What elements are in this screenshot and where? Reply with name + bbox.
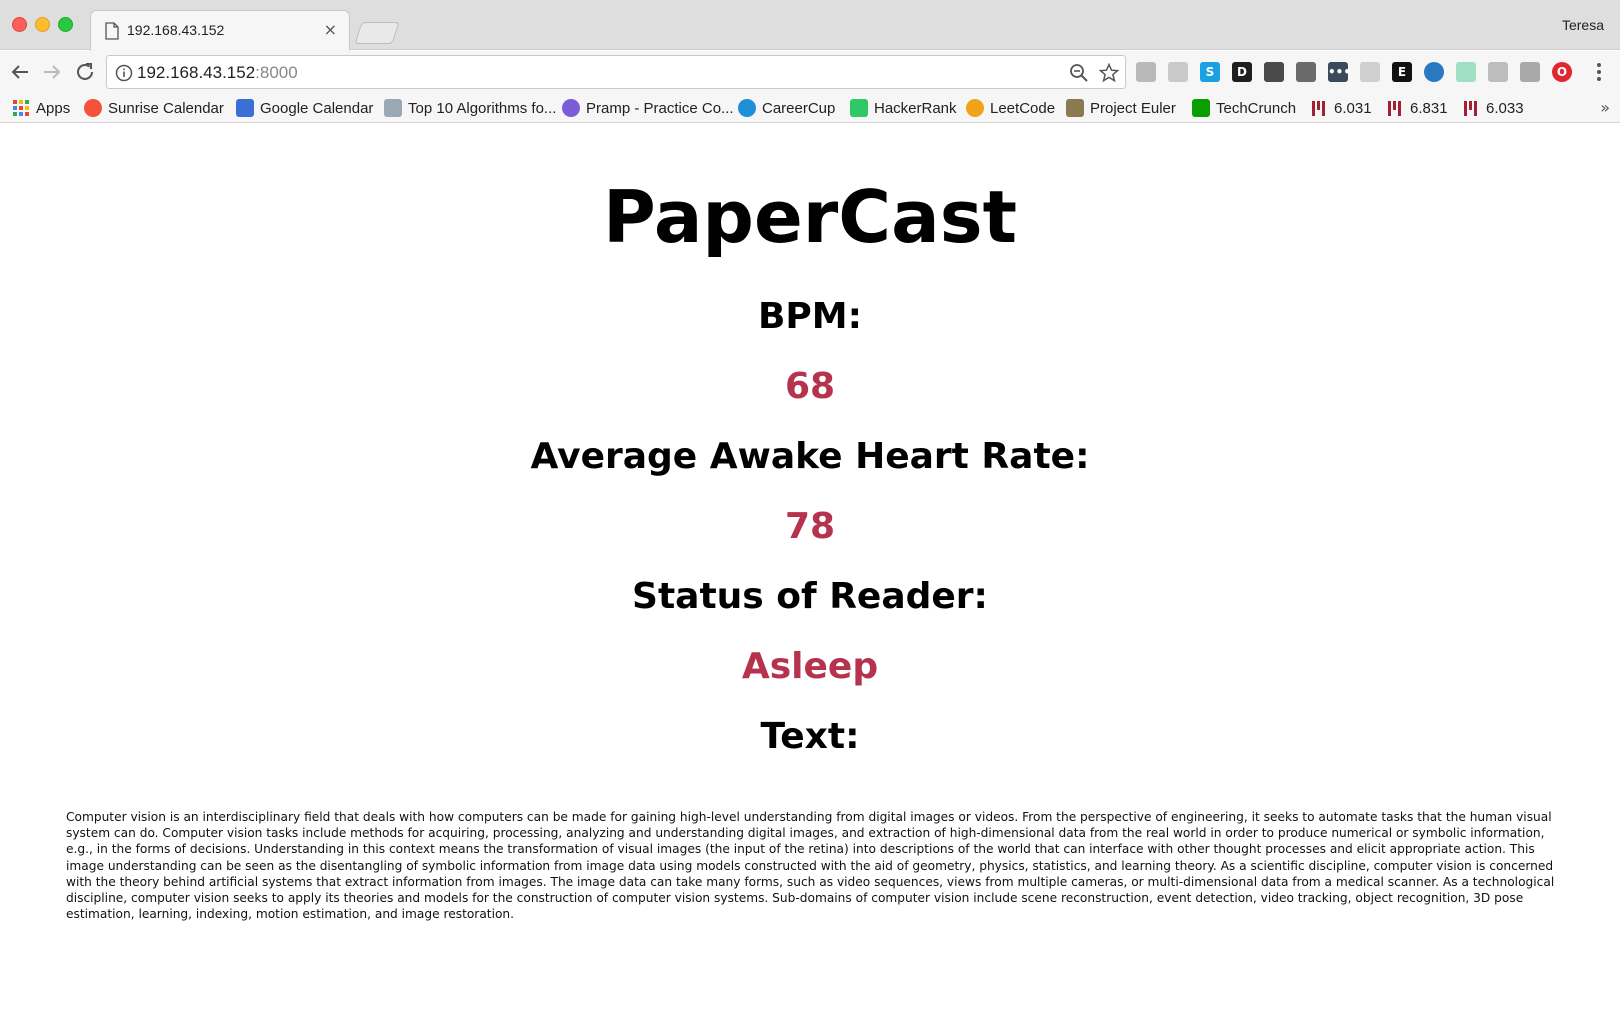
mit-icon bbox=[1386, 99, 1404, 117]
browser-tab-active[interactable]: 192.168.43.152 × bbox=[90, 10, 350, 51]
new-tab-button[interactable] bbox=[354, 22, 400, 44]
project-euler-icon bbox=[1066, 99, 1084, 117]
opera-extension-icon[interactable]: O bbox=[1552, 62, 1572, 82]
evernote-extension-icon[interactable]: E bbox=[1392, 62, 1412, 82]
bookmark-6-031[interactable]: 6.031 bbox=[1310, 98, 1372, 118]
hackerrank-icon bbox=[850, 99, 868, 117]
inbox-extension-icon[interactable] bbox=[1488, 62, 1508, 82]
dots-extension-icon[interactable]: ••• bbox=[1328, 62, 1351, 82]
clipboard-extension-icon[interactable] bbox=[1520, 62, 1540, 82]
dashlane-extension-icon[interactable]: D bbox=[1232, 62, 1252, 82]
zoom-window-button[interactable] bbox=[58, 17, 73, 32]
bookmark-label: Google Calendar bbox=[260, 99, 374, 117]
reader-status-value: Asleep bbox=[741, 646, 879, 687]
average-heart-rate-value: 78 bbox=[784, 506, 836, 547]
bookmark-techcrunch[interactable]: TechCrunch bbox=[1192, 98, 1296, 118]
bookmark-careercup[interactable]: CareerCup bbox=[738, 98, 835, 118]
page-icon bbox=[105, 22, 119, 40]
url-text[interactable]: 192.168.43.152:8000 bbox=[137, 63, 298, 83]
gray-extension-icon[interactable] bbox=[1360, 62, 1380, 82]
bookmark-label: Project Euler bbox=[1090, 99, 1176, 117]
mit-icon bbox=[1462, 99, 1480, 117]
average-heart-rate-label: Average Awake Heart Rate: bbox=[530, 436, 1090, 477]
bookmark-label: Apps bbox=[36, 99, 71, 117]
info-icon[interactable] bbox=[115, 64, 133, 82]
bookmark-6-831[interactable]: 6.831 bbox=[1386, 98, 1448, 118]
profile-name[interactable]: Teresa bbox=[1562, 17, 1604, 33]
tab-close-icon[interactable]: × bbox=[324, 20, 337, 39]
bookmark-hackerrank[interactable]: HackerRank bbox=[850, 98, 957, 118]
bookmark-label: 6.831 bbox=[1410, 99, 1448, 117]
ghost-extension-icon[interactable] bbox=[1136, 62, 1156, 82]
page-title: PaperCast bbox=[603, 175, 1017, 259]
tab-title: 192.168.43.152 bbox=[127, 22, 225, 38]
bpm-value: 68 bbox=[784, 366, 836, 407]
rss-extension-icon[interactable] bbox=[1168, 62, 1188, 82]
careercup-icon bbox=[738, 99, 756, 117]
bookmark-sunrise-calendar[interactable]: Sunrise Calendar bbox=[84, 98, 224, 118]
apps-grid-icon bbox=[12, 99, 30, 117]
bookmark-label: Top 10 Algorithms fo... bbox=[408, 99, 557, 117]
audio-extension-icon[interactable] bbox=[1456, 62, 1476, 82]
bookmark-label: HackerRank bbox=[874, 99, 957, 117]
back-arrow-icon[interactable] bbox=[8, 60, 32, 84]
pocket-extension-icon[interactable] bbox=[1264, 62, 1284, 82]
browser-toolbar: 192.168.43.152:8000 S D ••• E O bbox=[0, 51, 1620, 93]
reader-status-label: Status of Reader: bbox=[632, 576, 988, 617]
forward-arrow-icon[interactable] bbox=[40, 60, 64, 84]
leetcode-icon bbox=[966, 99, 984, 117]
cast-extension-icon[interactable] bbox=[1296, 62, 1316, 82]
zoom-icon[interactable] bbox=[1069, 63, 1089, 83]
google-calendar-icon bbox=[236, 99, 254, 117]
sunrise-calendar-icon bbox=[84, 99, 102, 117]
address-bar[interactable]: 192.168.43.152:8000 bbox=[106, 55, 1126, 89]
techcrunch-icon bbox=[1192, 99, 1210, 117]
page-content: PaperCast BPM: 68 Average Awake Heart Ra… bbox=[0, 124, 1620, 1034]
bookmark-leetcode[interactable]: LeetCode bbox=[966, 98, 1055, 118]
bookmark-apps[interactable]: Apps bbox=[12, 98, 70, 118]
mountain-icon bbox=[384, 99, 402, 117]
skype-extension-icon[interactable]: S bbox=[1200, 62, 1220, 82]
bookmark-label: 6.033 bbox=[1486, 99, 1524, 117]
bookmark-top-10-algorithms-fo[interactable]: Top 10 Algorithms fo... bbox=[384, 98, 556, 118]
bookmark-project-euler[interactable]: Project Euler bbox=[1066, 98, 1176, 118]
bookmark-pramp-practice-co[interactable]: Pramp - Practice Co... bbox=[562, 98, 734, 118]
minimize-window-button[interactable] bbox=[35, 17, 50, 32]
menu-dots-icon[interactable] bbox=[1594, 61, 1604, 83]
bookmark-label: 6.031 bbox=[1334, 99, 1372, 117]
window-titlebar: 192.168.43.152 × Teresa bbox=[0, 0, 1620, 51]
bookmark-label: CareerCup bbox=[762, 99, 836, 117]
close-window-button[interactable] bbox=[12, 17, 27, 32]
reading-text-body: Computer vision is an interdisciplinary … bbox=[66, 810, 1555, 922]
bookmark-google-calendar[interactable]: Google Calendar bbox=[236, 98, 373, 118]
bookmark-label: Pramp - Practice Co... bbox=[586, 99, 734, 117]
bookmark-label: Sunrise Calendar bbox=[108, 99, 224, 117]
bookmark-label: LeetCode bbox=[990, 99, 1056, 117]
star-bookmark-icon[interactable] bbox=[1099, 63, 1119, 83]
bpm-label: BPM: bbox=[757, 296, 863, 337]
bookmark-label: TechCrunch bbox=[1216, 99, 1297, 117]
mit-icon bbox=[1310, 99, 1328, 117]
bookmarks-overflow-icon[interactable]: » bbox=[1600, 98, 1610, 117]
bookmark-6-033[interactable]: 6.033 bbox=[1462, 98, 1524, 118]
text-label: Text: bbox=[760, 716, 860, 757]
pramp-check-icon bbox=[562, 99, 580, 117]
bookmarks-bar: Apps Sunrise Calendar Google Calendar Top 1… bbox=[0, 93, 1620, 123]
eye-extension-icon[interactable] bbox=[1424, 62, 1444, 82]
reload-icon[interactable] bbox=[73, 60, 97, 84]
